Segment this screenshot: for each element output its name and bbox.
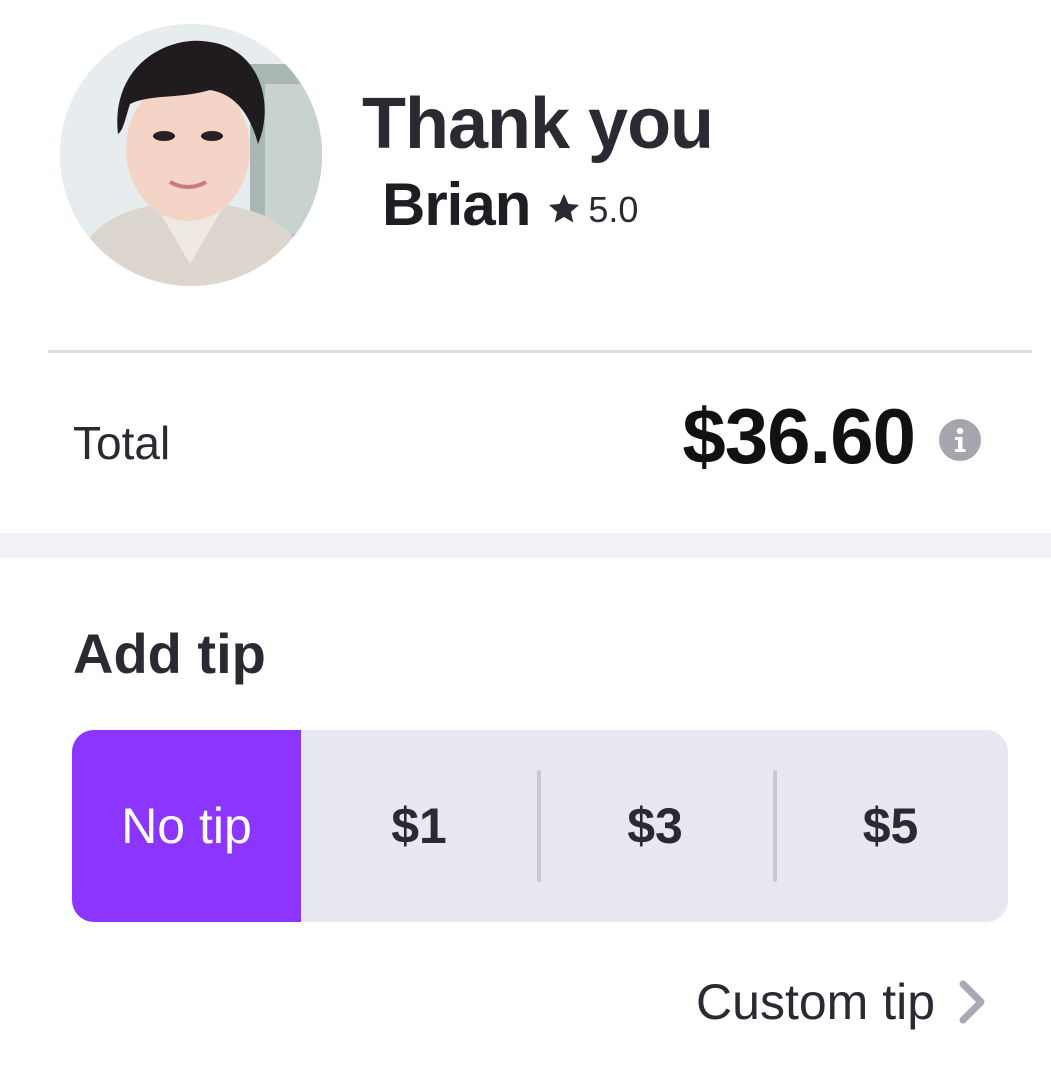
driver-name: Brian <box>382 171 531 238</box>
tip-option-5[interactable]: $5 <box>773 730 1008 922</box>
page-title: Thank you <box>362 84 714 164</box>
driver-avatar <box>60 24 322 286</box>
section-separator <box>0 533 1051 558</box>
add-tip-heading: Add tip <box>73 622 266 685</box>
tip-option-none[interactable]: No tip <box>72 730 301 922</box>
divider <box>48 350 1032 353</box>
chevron-right-icon <box>959 980 985 1024</box>
total-amount: $36.60 <box>682 392 916 480</box>
tip-option-1[interactable]: $1 <box>301 730 537 922</box>
driver-rating: 5.0 <box>588 189 639 230</box>
custom-tip-label: Custom tip <box>696 974 935 1030</box>
info-icon[interactable] <box>939 419 981 461</box>
tip-screen: Thank you Brian 5.0 Total $36.60 Add tip… <box>0 0 1051 1072</box>
tip-option-3[interactable]: $3 <box>537 730 773 922</box>
tip-selector: No tip $1 $3 $5 <box>72 730 1008 922</box>
custom-tip-link[interactable]: Custom tip <box>696 972 987 1032</box>
driver-info: Brian 5.0 <box>382 172 638 238</box>
avatar-photo <box>60 24 322 286</box>
star-icon <box>549 194 580 223</box>
total-label: Total <box>73 417 171 469</box>
